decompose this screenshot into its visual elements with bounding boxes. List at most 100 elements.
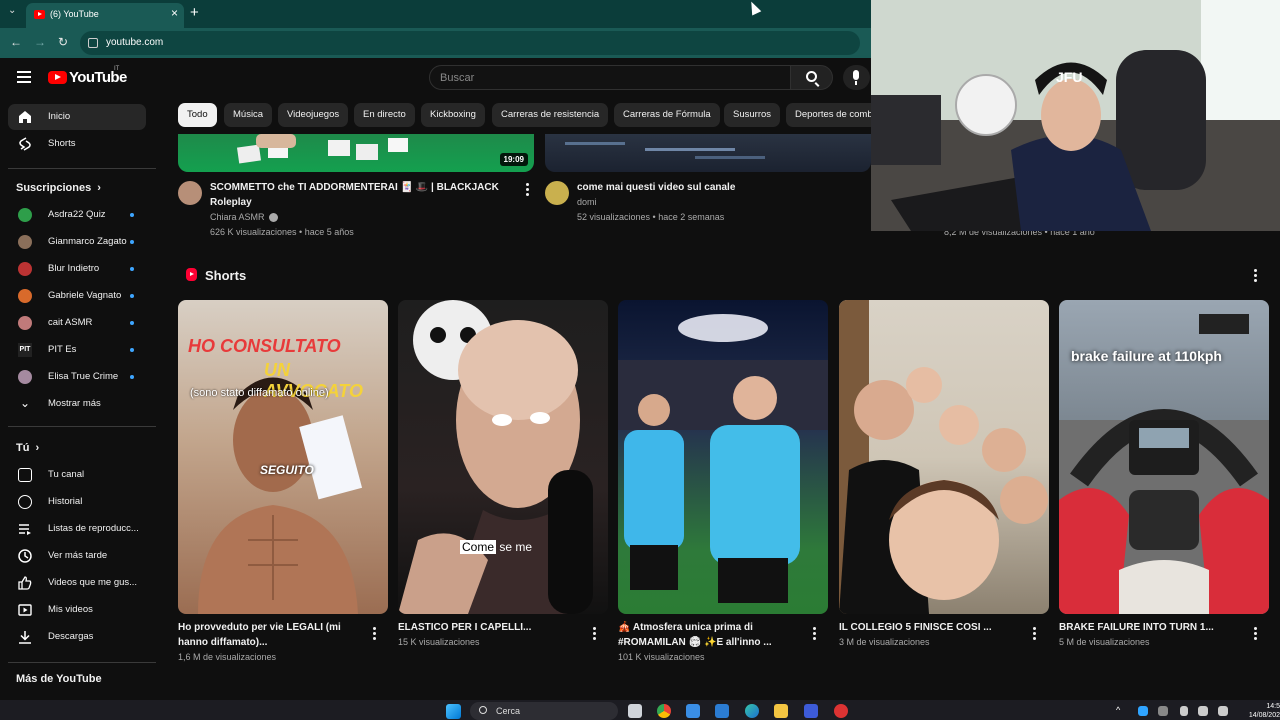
- channel-avatar[interactable]: [545, 181, 569, 205]
- sidebar-item-subscription[interactable]: PIT PIT Es: [8, 337, 146, 363]
- new-content-dot: [130, 375, 134, 379]
- more-options-icon[interactable]: [593, 627, 596, 642]
- sidebar-item-liked-videos[interactable]: Videos que me gus...: [8, 570, 146, 596]
- reload-icon[interactable]: ↻: [58, 35, 68, 49]
- outlook-icon[interactable]: [715, 704, 729, 718]
- sidebar-item-your-channel[interactable]: Tu canal: [8, 462, 146, 488]
- chip-videogames[interactable]: Videojuegos: [278, 103, 349, 127]
- microphone-icon[interactable]: [1180, 706, 1188, 716]
- video-thumbnail[interactable]: 19:09: [178, 134, 534, 172]
- chip-formula-racing[interactable]: Carreras de Fórmula: [614, 103, 720, 127]
- subscriptions-heading[interactable]: Suscripciones ›: [16, 182, 101, 194]
- sidebar-item-label: Videos que me gus...: [48, 577, 138, 588]
- video-title[interactable]: SCOMMETTO che TI ADDORMENTERAI 🃏 🎩 | BLA…: [210, 180, 510, 210]
- volume-icon[interactable]: [1218, 706, 1228, 716]
- sidebar-item-home[interactable]: Inicio: [8, 104, 146, 130]
- hamburger-menu-icon[interactable]: [17, 71, 31, 83]
- sidebar-item-label: Inicio: [48, 111, 71, 122]
- you-heading[interactable]: Tú ›: [16, 442, 39, 454]
- sidebar-item-downloads[interactable]: Descargas: [8, 624, 146, 650]
- short-title[interactable]: IL COLLEGIO 5 FINISCE COSI ...: [839, 620, 1019, 635]
- new-content-dot: [130, 348, 134, 352]
- channel-avatar: [18, 316, 32, 330]
- channel-avatar: [18, 289, 32, 303]
- short-views: 5 M de visualizaciones: [1059, 637, 1150, 647]
- site-info-icon[interactable]: [88, 38, 98, 48]
- short-title[interactable]: BRAKE FAILURE INTO TURN 1...: [1059, 620, 1239, 635]
- sidebar-item-watch-later[interactable]: Ver más tarde: [8, 543, 146, 569]
- wifi-icon[interactable]: [1198, 706, 1208, 716]
- voice-search-button[interactable]: [843, 65, 870, 90]
- bald-man-microphone-illustration: [398, 300, 593, 614]
- more-options-icon[interactable]: [1033, 627, 1036, 642]
- sidebar-item-playlists[interactable]: Listas de reproducc...: [8, 516, 146, 542]
- more-options-icon[interactable]: [373, 627, 376, 642]
- chip-music[interactable]: Música: [224, 103, 273, 127]
- close-tab-icon[interactable]: ×: [171, 6, 178, 20]
- sidebar-item-history[interactable]: Historial: [8, 489, 146, 515]
- search-button[interactable]: [790, 65, 833, 90]
- code-screen-illustration: [565, 142, 765, 159]
- chevron-up-icon[interactable]: ^: [1116, 705, 1120, 715]
- short-title[interactable]: ELASTICO PER I CAPELLI...: [398, 620, 578, 635]
- taskbar-clock[interactable]: 14:5 14/08/202: [1240, 702, 1280, 720]
- forward-arrow-icon[interactable]: →: [34, 35, 46, 49]
- chip-combat-sports[interactable]: Deportes de comb: [786, 103, 882, 127]
- sidebar-item-your-videos[interactable]: Mis videos: [8, 597, 146, 623]
- chip-endurance-racing[interactable]: Carreras de resistencia: [492, 103, 609, 127]
- chip-all[interactable]: Todo: [178, 103, 217, 127]
- store-icon[interactable]: [686, 704, 700, 718]
- short-thumbnail[interactable]: [839, 300, 1049, 614]
- channel-name[interactable]: domi: [577, 195, 597, 210]
- task-view-icon[interactable]: [628, 704, 642, 718]
- short-title[interactable]: 🎪 Atmosfera unica prima di #ROMAMILAN 🏟 …: [618, 620, 798, 650]
- taskbar-search[interactable]: Cerca: [470, 702, 618, 720]
- browser-tab[interactable]: (6) YouTube ×: [26, 3, 184, 28]
- youtube-favicon-icon: [34, 10, 45, 19]
- search-input[interactable]: Buscar: [429, 65, 791, 90]
- chip-kickboxing[interactable]: Kickboxing: [421, 103, 485, 127]
- edge-icon[interactable]: [745, 704, 759, 718]
- sidebar-item-label: Historial: [48, 496, 83, 507]
- short-title[interactable]: Ho provveduto per vie LEGALI (mi hanno d…: [178, 620, 358, 650]
- back-arrow-icon[interactable]: ←: [10, 35, 22, 49]
- url-field[interactable]: youtube.com: [80, 31, 860, 55]
- chrome-icon[interactable]: [657, 704, 671, 718]
- sidebar-item-subscription[interactable]: Elisa True Crime: [8, 364, 146, 390]
- tray-icon[interactable]: [1138, 706, 1148, 716]
- new-content-dot: [130, 267, 134, 271]
- chip-whispers[interactable]: Susurros: [724, 103, 781, 127]
- verified-badge-icon: [269, 213, 278, 222]
- tray-icon[interactable]: [1158, 706, 1168, 716]
- file-explorer-icon[interactable]: [774, 704, 788, 718]
- chevron-right-icon: ›: [97, 182, 101, 194]
- sidebar-item-subscription[interactable]: Blur Indietro: [8, 256, 146, 282]
- more-from-youtube-heading: Más de YouTube: [16, 673, 102, 685]
- youtube-play-icon: [48, 71, 67, 84]
- shelf-more-options-icon[interactable]: [1254, 269, 1257, 284]
- video-title[interactable]: come mai questi video sul canale: [577, 180, 857, 195]
- sidebar-item-subscription[interactable]: Asdra22 Quiz: [8, 202, 146, 228]
- sidebar-item-shorts[interactable]: Shorts: [8, 131, 146, 157]
- windows-start-icon[interactable]: [446, 704, 461, 719]
- app-icon[interactable]: [834, 704, 848, 718]
- show-more-button[interactable]: ⌄ Mostrar más: [8, 391, 146, 417]
- sidebar-item-subscription[interactable]: cait ASMR: [8, 310, 146, 336]
- short-thumbnail[interactable]: Come se me: [398, 300, 608, 614]
- new-tab-icon[interactable]: +: [190, 4, 199, 21]
- more-options-icon[interactable]: [1254, 627, 1257, 642]
- channel-name[interactable]: Chiara ASMR: [210, 210, 265, 225]
- short-thumbnail[interactable]: HO CONSULTATO UN AVVOCATO (sono stato di…: [178, 300, 388, 614]
- sidebar-item-subscription[interactable]: Gianmarco Zagato: [8, 229, 146, 255]
- app-icon[interactable]: [804, 704, 818, 718]
- channel-avatar[interactable]: [178, 181, 202, 205]
- short-thumbnail[interactable]: brake failure at 110kph: [1059, 300, 1269, 614]
- tab-list-chevron-icon[interactable]: ⌄: [8, 5, 16, 16]
- channel-avatar: [18, 235, 32, 249]
- video-thumbnail[interactable]: [545, 134, 871, 172]
- more-options-icon[interactable]: [813, 627, 816, 642]
- sidebar-item-subscription[interactable]: Gabriele Vagnato: [8, 283, 146, 309]
- chip-live[interactable]: En directo: [354, 103, 415, 127]
- short-thumbnail[interactable]: [618, 300, 828, 614]
- more-options-icon[interactable]: [526, 183, 529, 198]
